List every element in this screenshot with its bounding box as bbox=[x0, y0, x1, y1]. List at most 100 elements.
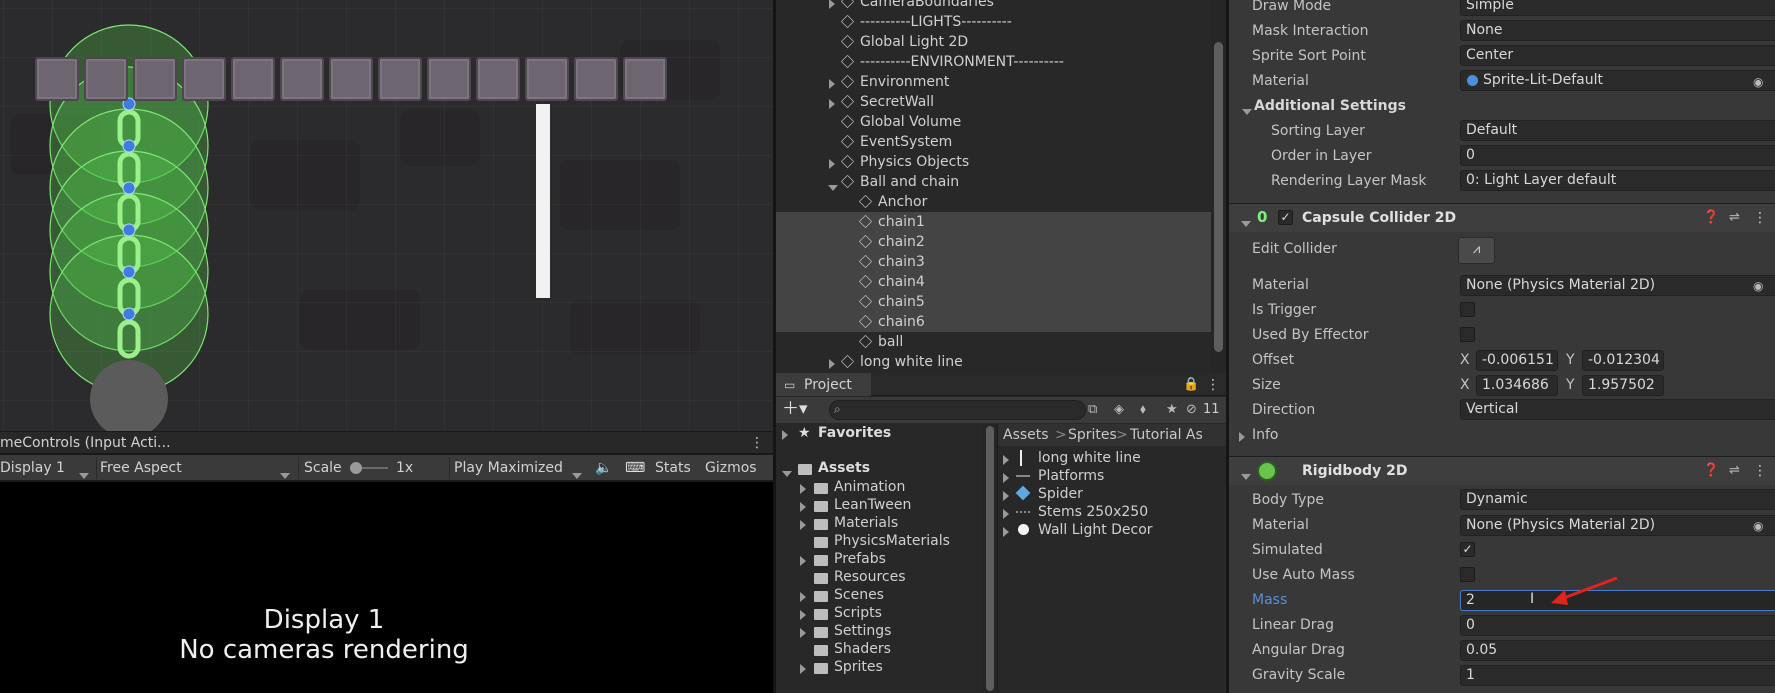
file-item[interactable]: long white line bbox=[998, 449, 1226, 467]
scale-slider[interactable]: Scale 1x bbox=[298, 457, 448, 479]
rendering-layer-mask-dropdown[interactable]: 0: Light Layer default bbox=[1460, 170, 1775, 191]
gravity-scale-input[interactable]: 1 bbox=[1460, 665, 1775, 686]
hierarchy-item[interactable]: chain3 bbox=[776, 252, 1211, 272]
assets-folder[interactable]: Assets bbox=[818, 458, 870, 478]
rigidbody-header[interactable]: Rigidbody 2D ❓ ⇌ ⋮ bbox=[1229, 457, 1775, 485]
folder-item[interactable]: LeanTween bbox=[776, 496, 982, 514]
sprite-material-field[interactable]: Sprite-Lit-Default bbox=[1460, 70, 1775, 91]
file-item[interactable]: Stems 250x250 bbox=[998, 503, 1226, 521]
offset-y-input[interactable]: -0.012304 bbox=[1582, 350, 1664, 371]
chevron-right-icon[interactable] bbox=[1003, 455, 1009, 465]
mask-interaction-dropdown[interactable]: None bbox=[1460, 20, 1775, 41]
hierarchy-item[interactable]: EventSystem bbox=[776, 132, 1211, 152]
hierarchy-item[interactable]: ----------LIGHTS---------- bbox=[776, 12, 1211, 32]
chevron-right-icon[interactable] bbox=[800, 628, 806, 638]
chevron-right-icon[interactable] bbox=[800, 592, 806, 602]
preset-icon[interactable]: ⇌ bbox=[1729, 208, 1740, 228]
chevron-right-icon[interactable] bbox=[800, 520, 806, 530]
more-menu-icon[interactable]: ⋮ bbox=[1206, 375, 1220, 395]
chevron-right-icon[interactable] bbox=[800, 556, 806, 566]
file-item[interactable]: Platforms bbox=[998, 467, 1226, 485]
size-y-input[interactable]: 1.957502 bbox=[1582, 375, 1664, 396]
chevron-right-icon[interactable] bbox=[1003, 491, 1009, 501]
search-scope-icon[interactable]: ⧉ bbox=[1088, 400, 1097, 420]
search-input[interactable]: ⌕ bbox=[829, 400, 1086, 420]
slider-handle[interactable] bbox=[350, 462, 362, 474]
chevron-right-icon[interactable] bbox=[1003, 527, 1009, 537]
favorites-section[interactable]: Favorites bbox=[818, 424, 891, 443]
add-icon[interactable]: ＋▾ bbox=[782, 399, 808, 419]
more-menu-icon[interactable]: ⋮ bbox=[1753, 208, 1767, 228]
more-menu-icon[interactable]: ⋮ bbox=[1753, 461, 1767, 481]
object-picker-icon[interactable]: ◉ bbox=[1753, 72, 1763, 92]
hierarchy-item[interactable]: Global Volume bbox=[776, 112, 1211, 132]
hierarchy-item[interactable]: SecretWall bbox=[776, 92, 1211, 112]
order-in-layer-input[interactable]: 0 bbox=[1460, 145, 1775, 166]
body-type-dropdown[interactable]: Dynamic bbox=[1460, 489, 1775, 510]
game-view-tab[interactable]: meControls (Input Acti... bbox=[0, 433, 171, 453]
folder-item[interactable]: Scenes bbox=[776, 586, 982, 604]
additional-settings-foldout[interactable]: Additional Settings bbox=[1254, 96, 1406, 116]
chevron-right-icon[interactable] bbox=[1003, 509, 1009, 519]
scene-view[interactable] bbox=[0, 0, 773, 431]
chevron-right-icon[interactable] bbox=[800, 484, 806, 494]
linear-drag-input[interactable]: 0 bbox=[1460, 615, 1775, 636]
edit-collider-button[interactable]: ⩘ bbox=[1458, 237, 1495, 264]
angular-drag-input[interactable]: 0.05 bbox=[1460, 640, 1775, 661]
simulated-checkbox[interactable]: ✓ bbox=[1460, 542, 1475, 557]
chevron-right-icon[interactable] bbox=[1003, 473, 1009, 483]
folder-tree-scrollbar[interactable] bbox=[982, 424, 997, 693]
hierarchy-item[interactable]: Physics Objects bbox=[776, 152, 1211, 172]
is-trigger-checkbox[interactable] bbox=[1460, 302, 1475, 317]
hierarchy-item[interactable]: CameraBoundaries bbox=[776, 0, 1211, 12]
hidden-packages-icon[interactable]: ⊘ bbox=[1186, 400, 1197, 420]
tab-project[interactable]: ▭ Project bbox=[776, 373, 871, 396]
play-mode-dropdown[interactable]: Play Maximized bbox=[449, 457, 584, 479]
chevron-right-icon[interactable] bbox=[829, 79, 835, 89]
help-icon[interactable]: ❓ bbox=[1703, 208, 1719, 228]
audio-mute-icon[interactable]: 🔈 bbox=[595, 458, 612, 478]
filter-type-icon[interactable]: ◈ bbox=[1114, 400, 1124, 420]
hierarchy-item[interactable]: Ball and chain bbox=[776, 172, 1211, 192]
hierarchy-item[interactable]: chain4 bbox=[776, 272, 1211, 292]
size-x-input[interactable]: 1.034686 bbox=[1476, 375, 1558, 396]
chevron-right-icon[interactable] bbox=[829, 99, 835, 109]
hierarchy-item[interactable]: chain1 bbox=[776, 212, 1211, 232]
game-view-display[interactable]: Display 1 No cameras rendering bbox=[0, 482, 773, 693]
more-menu-icon[interactable]: ⋮ bbox=[750, 433, 764, 453]
draw-mode-dropdown[interactable]: Simple bbox=[1460, 0, 1775, 16]
file-item[interactable]: Wall Light Decor bbox=[998, 521, 1226, 539]
file-item[interactable]: Spider bbox=[998, 485, 1226, 503]
collider-material-field[interactable]: None (Physics Material 2D) bbox=[1460, 275, 1775, 296]
sprite-sort-point-dropdown[interactable]: Center bbox=[1460, 45, 1775, 66]
hierarchy-item[interactable]: Anchor bbox=[776, 192, 1211, 212]
object-picker-icon[interactable]: ◉ bbox=[1753, 276, 1763, 296]
gizmos-button[interactable]: Gizmos bbox=[705, 458, 757, 478]
object-picker-icon[interactable]: ◉ bbox=[1753, 516, 1763, 536]
folder-item[interactable]: Scripts bbox=[776, 604, 982, 622]
hierarchy-item[interactable]: Environment bbox=[776, 72, 1211, 92]
favorite-star-icon[interactable]: ★ bbox=[1166, 400, 1178, 420]
lock-icon[interactable]: 🔒 bbox=[1183, 375, 1199, 395]
chevron-right-icon[interactable] bbox=[800, 502, 806, 512]
folder-item[interactable]: Resources bbox=[776, 568, 982, 586]
stats-button[interactable]: Stats bbox=[655, 458, 691, 478]
rigidbody-material-field[interactable]: None (Physics Material 2D) bbox=[1460, 515, 1775, 536]
keyboard-icon[interactable]: ⌨ bbox=[625, 458, 645, 478]
hierarchy-item[interactable]: long white line bbox=[776, 352, 1211, 372]
hierarchy-item[interactable]: chain5 bbox=[776, 292, 1211, 312]
folder-item[interactable]: Animation bbox=[776, 478, 982, 496]
used-by-effector-checkbox[interactable] bbox=[1460, 327, 1475, 342]
preset-icon[interactable]: ⇌ bbox=[1729, 461, 1740, 481]
help-icon[interactable]: ❓ bbox=[1703, 461, 1719, 481]
hierarchy-item[interactable]: chain2 bbox=[776, 232, 1211, 252]
sorting-layer-dropdown[interactable]: Default bbox=[1460, 120, 1775, 141]
hierarchy-item[interactable]: Global Light 2D bbox=[776, 32, 1211, 52]
folder-item[interactable]: Materials bbox=[776, 514, 982, 532]
capsule-collider-enabled-checkbox[interactable]: ✓ bbox=[1278, 210, 1293, 225]
direction-dropdown[interactable]: Vertical bbox=[1460, 399, 1775, 420]
chevron-right-icon[interactable] bbox=[800, 610, 806, 620]
hierarchy-item[interactable]: ball bbox=[776, 332, 1211, 352]
chevron-right-icon[interactable] bbox=[800, 664, 806, 674]
aspect-dropdown[interactable]: Free Aspect bbox=[96, 457, 295, 479]
